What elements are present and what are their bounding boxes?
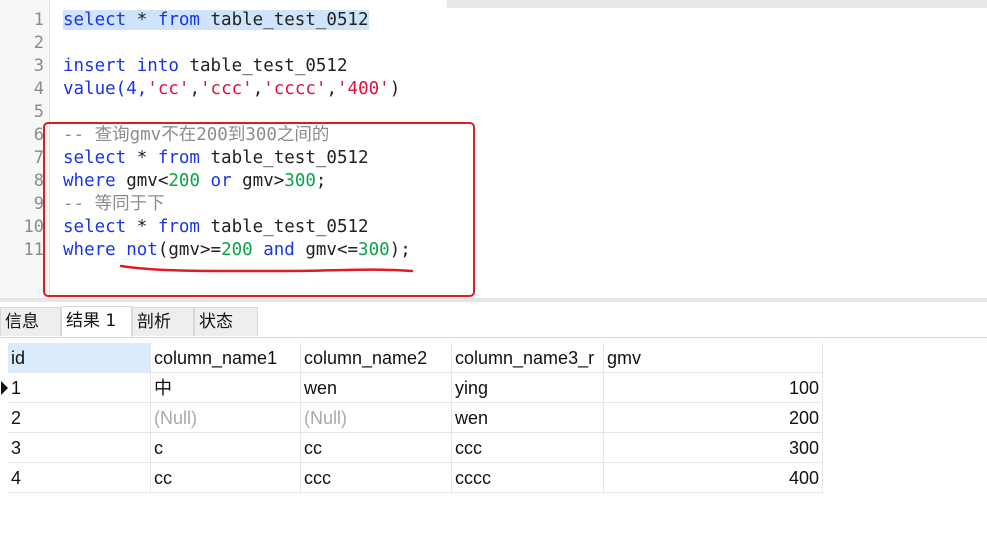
underline-annotation [119,264,414,273]
code-text: select * from table_test_0512 [63,9,369,32]
cell-id[interactable]: 2 [8,403,151,433]
cell-gmv[interactable]: 300 [604,433,823,463]
code-token: into [136,56,179,76]
line-number: 5 [33,102,44,122]
cell-column-name3[interactable]: cccc [452,463,604,493]
cell-column-name1[interactable]: cc [151,463,301,493]
line-number: 2 [33,33,44,53]
column-header-column-name3-r[interactable]: column_name3_r [452,343,604,373]
table-row[interactable]: 1 中 wen ying 100 [0,373,823,403]
line-number: 1 [33,10,44,30]
table-row[interactable]: 3 c cc ccc 300 [0,433,823,463]
cell-gmv[interactable]: 400 [604,463,823,493]
cell-column-name1[interactable]: c [151,433,301,463]
code-token: value(4, [63,79,148,99]
cell-column-name3[interactable]: ying [452,373,604,403]
cell-id[interactable]: 3 [8,433,151,463]
editor-scrollbar[interactable] [447,0,987,8]
code-token: from [157,10,200,30]
line-number: 8 [33,171,44,191]
cell-gmv[interactable]: 100 [604,373,823,403]
cell-column-name3[interactable]: ccc [452,433,604,463]
tab-info[interactable]: 信息 [0,307,61,336]
column-header-gmv[interactable]: gmv [604,343,823,373]
cell-column-name1[interactable]: 中 [151,373,301,403]
cell-column-name2[interactable]: cc [301,433,452,463]
code-token: 'cc' [147,79,190,99]
line-number: 7 [33,148,44,168]
code-token: '400' [337,79,390,99]
cell-column-name2[interactable]: ccc [301,463,452,493]
line-number: 9 [33,194,44,214]
code-token: , [189,79,200,99]
column-header-column-name2[interactable]: column_name2 [301,343,452,373]
tab-status[interactable]: 状态 [194,307,258,336]
line-number: 11 [23,240,44,260]
result-tabbar: 信息 结果 1 剖析 状态 [0,305,987,338]
tab-result-1[interactable]: 结果 1 [61,306,132,337]
code-token: select [63,10,127,30]
table-row[interactable]: 2 (Null) (Null) wen 200 [0,403,823,433]
code-token: 'ccc' [200,79,253,99]
panel-splitter[interactable] [0,298,987,302]
line-number: 4 [33,79,44,99]
code-token: insert [63,56,127,76]
column-header-column-name1[interactable]: column_name1 [151,343,301,373]
cell-column-name3[interactable]: wen [452,403,604,433]
cell-column-name2[interactable]: (Null) [301,403,452,433]
code-token: ) [389,79,401,99]
line-number: 10 [23,217,44,237]
code-token: , [326,79,337,99]
code-text: insert into table_test_0512 [63,55,348,78]
sql-editor[interactable]: 1 select * from table_test_0512 2 3 insert i… [0,0,987,300]
column-header-id[interactable]: id [8,343,151,373]
code-token: table_test_0512 [178,56,348,76]
tab-profile[interactable]: 剖析 [132,307,194,336]
cell-gmv[interactable]: 200 [604,403,823,433]
header-row: id column_name1 column_name2 column_name3_r… [0,343,823,373]
code-token: 'cccc' [263,79,327,99]
cell-column-name1[interactable]: (Null) [151,403,301,433]
cell-id[interactable]: 1 [8,373,151,403]
current-row-indicator-icon [1,381,8,395]
cell-column-name2[interactable]: wen [301,373,452,403]
line-number: 3 [33,56,44,76]
code-text: value(4,'cc','ccc','cccc','400') [63,78,400,101]
table-row[interactable]: 4 cc ccc cccc 400 [0,463,823,493]
code-token: table_test_0512 [199,10,369,30]
line-number: 6 [33,125,44,145]
code-token: * [126,10,158,30]
cell-id[interactable]: 4 [8,463,151,493]
code-token: , [252,79,264,99]
